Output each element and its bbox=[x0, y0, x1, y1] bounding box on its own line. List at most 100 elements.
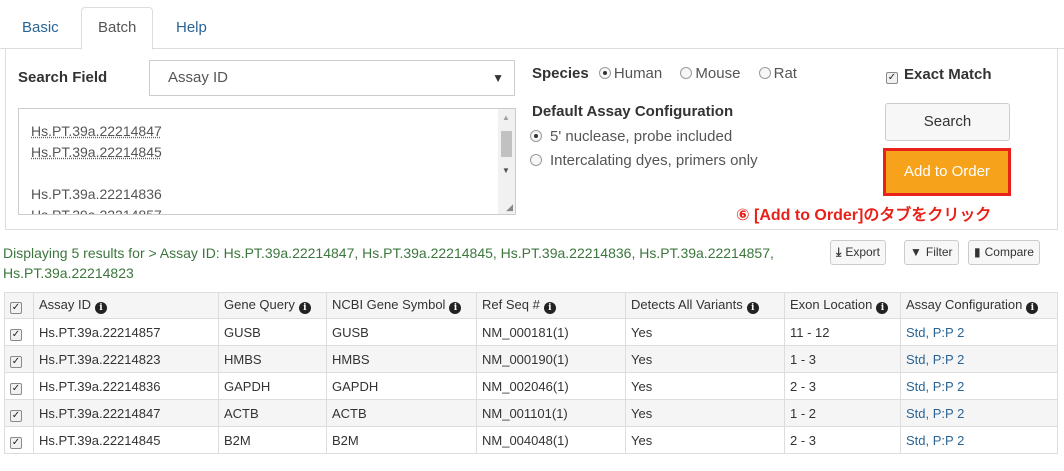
tab-basic[interactable]: Basic bbox=[5, 7, 76, 49]
bar-chart-icon: ▮ bbox=[974, 245, 981, 259]
col-ref-seq[interactable]: Ref Seq # i bbox=[476, 292, 626, 319]
config-option-dyes[interactable]: Intercalating dyes, primers only bbox=[530, 152, 758, 169]
cell-gene-symbol: B2M bbox=[326, 426, 477, 454]
row-checkbox[interactable]: ✓ bbox=[10, 436, 22, 449]
cell-ref-seq: NM_000190(1) bbox=[476, 345, 626, 373]
tab-batch[interactable]: Batch bbox=[81, 7, 154, 50]
batch-search-panel: Search Field Assay ID ▼ Hs.PT.39a.222148… bbox=[5, 49, 1058, 230]
cell-gene-symbol: GAPDH bbox=[326, 372, 477, 400]
cell-assay-config-link[interactable]: Std, P:P 2 bbox=[900, 318, 1058, 346]
row-checkbox[interactable]: ✓ bbox=[10, 328, 22, 341]
col-gene-query[interactable]: Gene Query i bbox=[218, 292, 327, 319]
add-to-order-button[interactable]: Add to Order bbox=[883, 148, 1011, 196]
species-rat-radio[interactable] bbox=[758, 67, 771, 79]
cell-exon-location: 1 - 3 bbox=[784, 345, 901, 373]
table-row[interactable]: ✓ Hs.PT.39a.22214857 GUSB GUSB NM_000181… bbox=[4, 318, 1058, 346]
table-row[interactable]: ✓ Hs.PT.39a.22214823 HMBS HMBS NM_000190… bbox=[4, 345, 1058, 373]
textarea-line bbox=[31, 163, 162, 184]
search-button[interactable]: Search bbox=[885, 103, 1010, 141]
cell-ref-seq: NM_004048(1) bbox=[476, 426, 626, 454]
export-label: Export bbox=[845, 245, 880, 259]
textarea-line: Hs.PT.39a.22214847 bbox=[31, 123, 162, 139]
cell-ref-seq: NM_000181(1) bbox=[476, 318, 626, 346]
cell-assay-id: Hs.PT.39a.22214823 bbox=[33, 345, 219, 373]
cell-gene-query: ACTB bbox=[218, 399, 327, 427]
cell-gene-query: GUSB bbox=[218, 318, 327, 346]
scroll-up-icon[interactable]: ▲ bbox=[502, 113, 510, 122]
cell-assay-id: Hs.PT.39a.22214845 bbox=[33, 426, 219, 454]
row-checkbox-cell[interactable]: ✓ bbox=[4, 372, 34, 400]
caret-down-icon: ▼ bbox=[492, 71, 504, 85]
col-ncbi-gene-symbol[interactable]: NCBI Gene Symbol i bbox=[326, 292, 477, 319]
config-dyes-radio[interactable] bbox=[530, 154, 542, 166]
instruction-annotation: ⑥ [Add to Order]のタブをクリック bbox=[736, 207, 992, 224]
resize-handle-icon[interactable]: ◢ bbox=[506, 202, 513, 213]
exact-match-label: Exact Match bbox=[904, 66, 992, 83]
assay-id-textarea[interactable]: Hs.PT.39a.22214847 Hs.PT.39a.22214845 Hs… bbox=[18, 108, 516, 215]
config-nuclease-radio[interactable] bbox=[530, 130, 542, 142]
compare-label: Compare bbox=[984, 245, 1034, 259]
config-option-nuclease[interactable]: 5' nuclease, probe included bbox=[530, 128, 732, 145]
species-mouse-radio[interactable] bbox=[680, 67, 693, 79]
cell-assay-config-link[interactable]: Std, P:P 2 bbox=[900, 345, 1058, 373]
info-icon[interactable]: i bbox=[543, 302, 556, 314]
exact-match[interactable]: ✓ Exact Match bbox=[886, 66, 992, 84]
col-assay-id[interactable]: Assay ID i bbox=[33, 292, 219, 319]
cell-ref-seq: NM_002046(1) bbox=[476, 372, 626, 400]
cell-assay-config-link[interactable]: Std, P:P 2 bbox=[900, 426, 1058, 454]
filter-label: Filter bbox=[925, 245, 953, 259]
select-all-checkbox[interactable]: ✓ bbox=[10, 302, 22, 314]
row-checkbox[interactable]: ✓ bbox=[10, 355, 22, 368]
cell-exon-location: 2 - 3 bbox=[784, 426, 901, 454]
col-exon-location[interactable]: Exon Location i bbox=[784, 292, 901, 319]
cell-gene-symbol: HMBS bbox=[326, 345, 477, 373]
exact-match-checkbox[interactable]: ✓ bbox=[886, 72, 898, 84]
species-human-label: Human bbox=[613, 65, 663, 82]
export-icon: ⤓ bbox=[836, 245, 842, 259]
row-checkbox-cell[interactable]: ✓ bbox=[4, 399, 34, 427]
info-icon[interactable]: i bbox=[746, 302, 759, 314]
cell-detects-variants: Yes bbox=[625, 399, 785, 427]
row-checkbox[interactable]: ✓ bbox=[10, 382, 22, 395]
species-human-radio[interactable] bbox=[598, 67, 611, 79]
info-icon[interactable]: i bbox=[876, 302, 889, 314]
search-field-value: Assay ID bbox=[168, 69, 229, 86]
info-icon[interactable]: i bbox=[1026, 302, 1039, 314]
compare-button[interactable]: ▮ Compare bbox=[968, 240, 1040, 265]
textarea-line: Hs.PT.39a.22214845 bbox=[31, 144, 162, 160]
config-nuclease-label: 5' nuclease, probe included bbox=[550, 128, 733, 145]
col-assay-configuration[interactable]: Assay Configuration i bbox=[900, 292, 1058, 319]
cell-assay-id: Hs.PT.39a.22214847 bbox=[33, 399, 219, 427]
scroll-thumb[interactable] bbox=[501, 131, 512, 157]
table-row[interactable]: ✓ Hs.PT.39a.22214847 ACTB ACTB NM_001101… bbox=[4, 399, 1058, 427]
results-summary: Displaying 5 results for > Assay ID: Hs.… bbox=[3, 245, 774, 281]
textarea-line: Hs.PT.39a.22214857 bbox=[31, 207, 162, 215]
info-icon[interactable]: i bbox=[95, 302, 108, 314]
search-field-label: Search Field bbox=[18, 69, 108, 86]
col-detects-all-variants[interactable]: Detects All Variants i bbox=[625, 292, 785, 319]
cell-exon-location: 2 - 3 bbox=[784, 372, 901, 400]
row-checkbox-cell[interactable]: ✓ bbox=[4, 426, 34, 454]
textarea-scrollbar[interactable]: ▲ ▼ bbox=[498, 109, 515, 214]
species-group: Species Human Mouse Rat bbox=[532, 65, 805, 82]
default-assay-config-label: Default Assay Configuration bbox=[532, 103, 734, 120]
scroll-down-icon[interactable]: ▼ bbox=[502, 166, 510, 175]
filter-button[interactable]: ▼ Filter bbox=[904, 240, 959, 265]
tab-help[interactable]: Help bbox=[159, 7, 224, 49]
cell-assay-config-link[interactable]: Std, P:P 2 bbox=[900, 399, 1058, 427]
table-row[interactable]: ✓ Hs.PT.39a.22214845 B2M B2M NM_004048(1… bbox=[4, 426, 1058, 454]
search-field-select[interactable]: Assay ID ▼ bbox=[149, 60, 515, 96]
table-row[interactable]: ✓ Hs.PT.39a.22214836 GAPDH GAPDH NM_0020… bbox=[4, 372, 1058, 400]
info-icon[interactable]: i bbox=[298, 302, 311, 314]
row-checkbox[interactable]: ✓ bbox=[10, 409, 22, 422]
cell-assay-config-link[interactable]: Std, P:P 2 bbox=[900, 372, 1058, 400]
select-all-checkbox-cell[interactable]: ✓ bbox=[4, 292, 34, 319]
row-checkbox-cell[interactable]: ✓ bbox=[4, 345, 34, 373]
table-header-row: ✓ Assay ID i Gene Query i NCBI Gene Symbol… bbox=[4, 292, 1058, 319]
cell-gene-query: HMBS bbox=[218, 345, 327, 373]
config-dyes-label: Intercalating dyes, primers only bbox=[550, 152, 758, 169]
cell-assay-id: Hs.PT.39a.22214836 bbox=[33, 372, 219, 400]
export-button[interactable]: ⤓ Export bbox=[830, 240, 886, 265]
info-icon[interactable]: i bbox=[449, 302, 462, 314]
row-checkbox-cell[interactable]: ✓ bbox=[4, 318, 34, 346]
